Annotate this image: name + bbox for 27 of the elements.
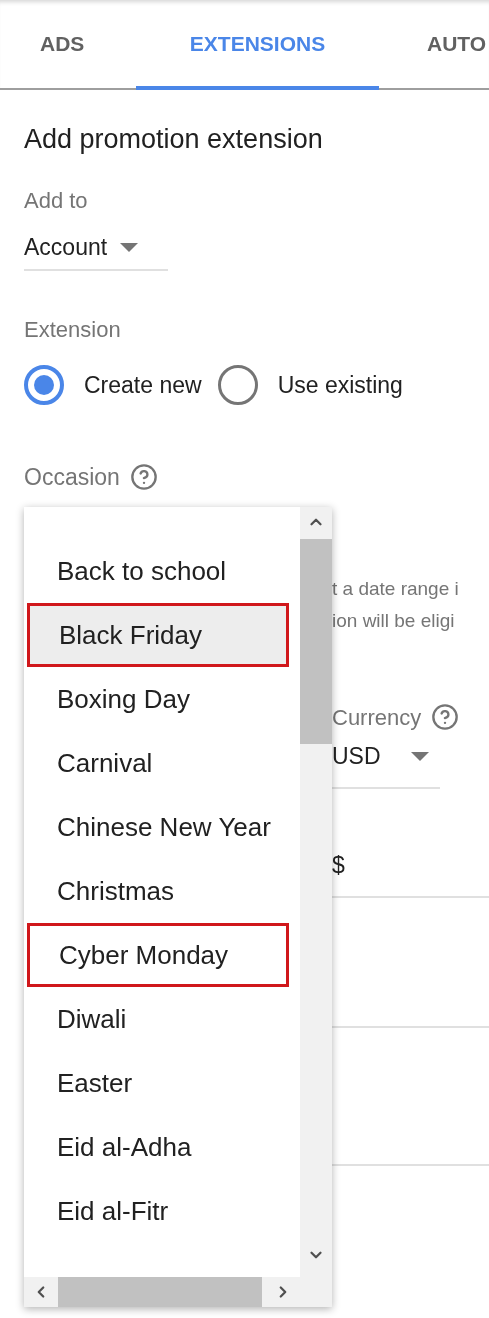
dropdown-option[interactable]: Cyber Monday	[27, 923, 289, 987]
field-label: Currency	[332, 703, 422, 732]
field-label: Extension	[24, 317, 122, 343]
add-to-select[interactable]: Account	[24, 226, 168, 271]
radio-option[interactable]: Create new	[24, 365, 202, 405]
help-icon[interactable]	[431, 703, 460, 731]
hint-text: ion will be eligi	[332, 609, 456, 633]
hint-text: t a date range i	[332, 577, 460, 601]
tab[interactable]: AUTO	[427, 0, 487, 90]
radio-option[interactable]: Use existing	[217, 365, 403, 405]
scrollbar-thumb[interactable]	[300, 539, 332, 744]
scrollbar-thumb[interactable]	[58, 1277, 262, 1307]
currency-select[interactable]: USD	[332, 741, 440, 789]
amount-field[interactable]: $	[332, 850, 489, 898]
radio-button[interactable]	[24, 365, 64, 405]
radio-button[interactable]	[217, 365, 258, 405]
dropdown-caret-icon[interactable]	[410, 752, 429, 762]
tab[interactable]: ADS	[0, 0, 127, 90]
vertical-scrollbar[interactable]	[300, 507, 332, 1307]
field-label: Occasion	[24, 464, 120, 490]
form-heading: Add promotion extension	[24, 124, 324, 154]
tab[interactable]: EXTENSIONS	[136, 0, 379, 90]
dropdown-caret-icon[interactable]	[120, 243, 139, 253]
help-icon[interactable]	[129, 463, 158, 491]
field-label: Add to	[24, 188, 89, 214]
dropdown-option[interactable]: Black Friday	[27, 603, 289, 667]
horizontal-scrollbar[interactable]	[24, 1277, 300, 1307]
